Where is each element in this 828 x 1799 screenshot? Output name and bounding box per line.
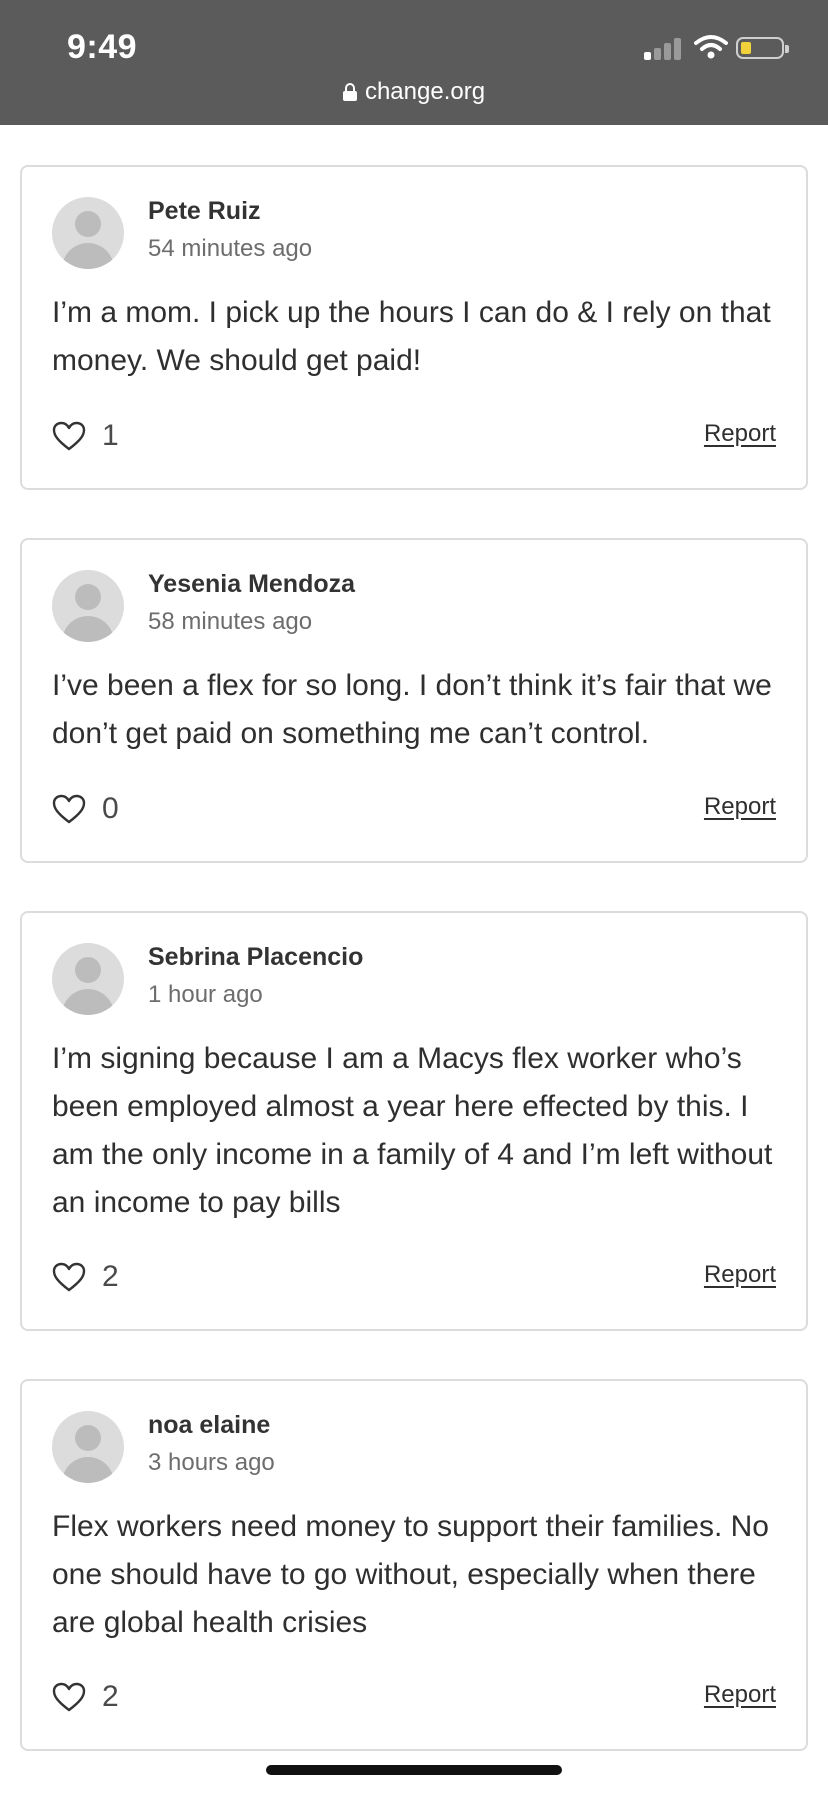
comment-author: Yesenia Mendoza (148, 570, 356, 598)
avatar (52, 943, 124, 1015)
comment-card: Pete Ruiz 54 minutes ago I’m a mom. I pi… (20, 165, 808, 490)
comment-text: I’m a mom. I pick up the hours I can do … (52, 296, 771, 377)
like-count: 2 (102, 1680, 119, 1713)
status-time: 9:49 (67, 28, 138, 66)
avatar (52, 1411, 124, 1483)
like-button[interactable]: 2 (52, 1260, 119, 1293)
like-button[interactable]: 0 (52, 792, 119, 825)
battery-icon (736, 37, 789, 59)
comment-text: I’m signing because I am a Macys flex wo… (52, 1042, 773, 1219)
heart-icon (52, 1682, 86, 1712)
like-count: 0 (102, 792, 119, 825)
like-count: 2 (102, 1260, 119, 1293)
comment-author: Pete Ruiz (148, 197, 261, 225)
browser-header: 9:49 change.org (0, 0, 828, 125)
signal-bars-icon (644, 38, 682, 60)
comment-time: 3 hours ago (148, 1449, 275, 1476)
heart-icon (52, 421, 86, 451)
wifi-icon (694, 35, 728, 59)
comment-card: noa elaine 3 hours ago Flex workers need… (20, 1379, 808, 1751)
lock-icon (342, 83, 357, 101)
comment-text: Flex workers need money to support their… (52, 1510, 769, 1639)
comment-text: I’ve been a flex for so long. I don’t th… (52, 669, 772, 750)
avatar (52, 570, 124, 642)
url-bar[interactable]: change.org (0, 78, 828, 106)
comment-card: Yesenia Mendoza 58 minutes ago I’ve been… (20, 538, 808, 863)
report-link[interactable]: Report (704, 420, 776, 448)
comment-time: 1 hour ago (148, 981, 263, 1008)
comment-author: noa elaine (148, 1411, 271, 1439)
url-text: change.org (364, 78, 486, 105)
home-indicator[interactable] (266, 1765, 562, 1775)
comment-card: Sebrina Placencio 1 hour ago I’m signing… (20, 911, 808, 1331)
like-button[interactable]: 1 (52, 419, 119, 452)
heart-icon (52, 1262, 86, 1292)
like-count: 1 (102, 419, 119, 452)
avatar (52, 197, 124, 269)
heart-icon (52, 794, 86, 824)
comment-time: 54 minutes ago (148, 235, 313, 262)
status-icons (644, 34, 794, 64)
report-link[interactable]: Report (704, 1681, 776, 1709)
comment-time: 58 minutes ago (148, 608, 313, 635)
comment-author: Sebrina Placencio (148, 943, 364, 971)
like-button[interactable]: 2 (52, 1680, 119, 1713)
report-link[interactable]: Report (704, 793, 776, 821)
report-link[interactable]: Report (704, 1261, 776, 1289)
comment-list: Pete Ruiz 54 minutes ago I’m a mom. I pi… (20, 165, 808, 1799)
